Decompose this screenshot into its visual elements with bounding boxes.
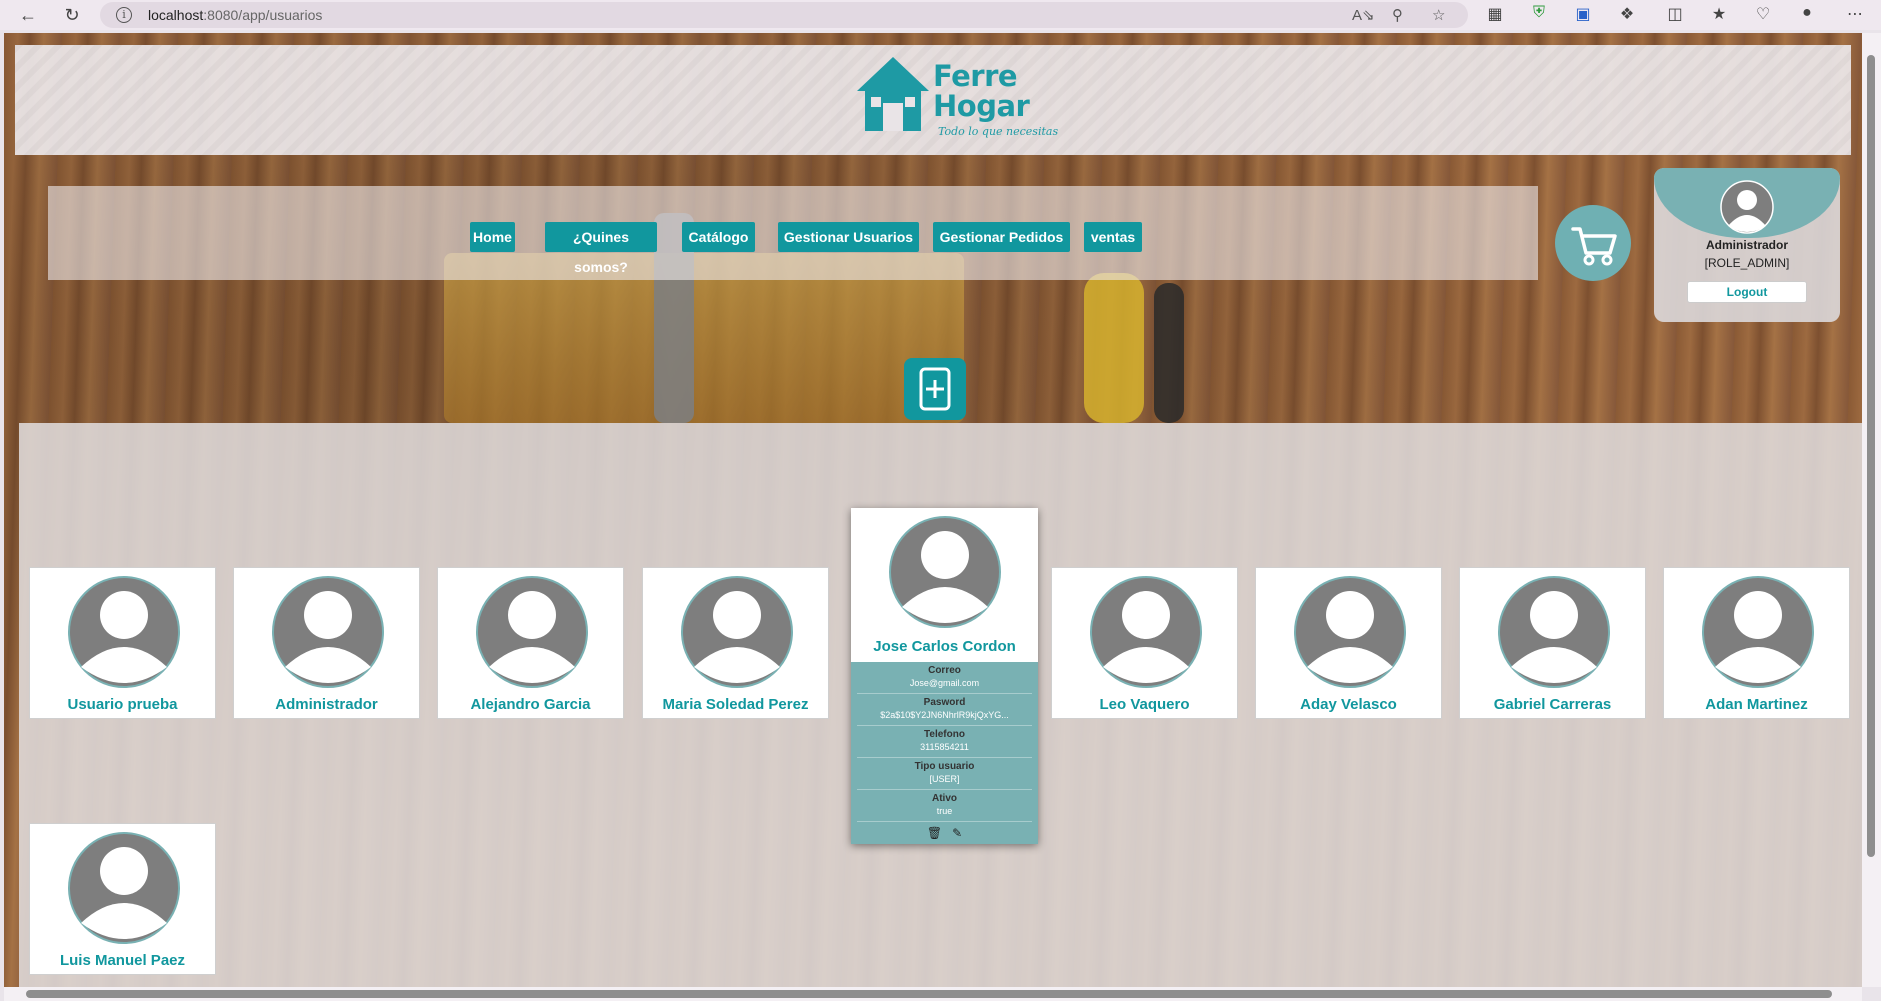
avatar (681, 576, 793, 688)
user-card-name: Maria Soledad Perez (662, 696, 809, 713)
user-card[interactable]: Adan Martinez (1663, 567, 1850, 719)
user-card-name: Administrador (275, 696, 378, 713)
zoom-icon[interactable]: ⚲ (1392, 6, 1403, 24)
screwdriver-decoration (1154, 283, 1184, 423)
back-arrow-icon[interactable]: ← (16, 3, 40, 27)
avatar (889, 516, 1001, 628)
user-card[interactable]: Usuario prueba (29, 567, 216, 719)
split-screen-icon[interactable]: ◫ (1664, 4, 1686, 24)
avatar (1702, 576, 1814, 688)
nav-about[interactable]: ¿Quines somos? (545, 222, 657, 275)
trash-icon[interactable]: 🗑 (927, 826, 942, 840)
nav-catalog[interactable]: Catálogo (682, 222, 755, 252)
user-card-name: Adan Martinez (1705, 696, 1808, 713)
avatar (1294, 576, 1406, 688)
avatar (1090, 576, 1202, 688)
avatar (272, 576, 384, 688)
detail-password: Pasword $2a$10$Y2JN6NhrlR9kjQxYG... (857, 694, 1032, 726)
avatar (476, 576, 588, 688)
logout-button[interactable]: Logout (1687, 281, 1807, 303)
brand-name-line2: Hogar (933, 89, 1030, 123)
more-menu-icon[interactable]: ⋯ (1844, 4, 1866, 24)
user-card[interactable]: Aday Velasco (1255, 567, 1442, 719)
user-card-name: Gabriel Carreras (1493, 696, 1612, 713)
user-card-name: Alejandro Garcia (470, 696, 591, 713)
user-profile-panel: Administrador [ROLE_ADMIN] Logout (1654, 168, 1840, 322)
user-card[interactable]: Alejandro Garcia (437, 567, 624, 719)
main-nav: Home ¿Quines somos? Catálogo Gestionar U… (48, 186, 1538, 280)
page-viewport: Ferre Hogar Todo lo que necesitas Home ¿… (4, 33, 1862, 987)
detail-phone: Telefono 3115854211 (857, 726, 1032, 758)
user-card-expanded[interactable]: Jose Carlos Cordon Correo Jose@gmail.com… (851, 508, 1038, 844)
user-card[interactable]: Maria Soledad Perez (642, 567, 829, 719)
detail-user-type: Tipo usuario [USER] (857, 758, 1032, 790)
user-card[interactable]: Administrador (233, 567, 420, 719)
vertical-scrollbar[interactable] (1862, 33, 1881, 987)
extensions-puzzle-icon[interactable]: ❖ (1616, 4, 1638, 24)
user-card-name: Luis Manuel Paez (59, 952, 186, 969)
url-text[interactable]: localhost:8080/app/usuarios (148, 7, 322, 23)
tape-measure-decoration (1084, 273, 1144, 423)
shopping-cart-icon (1571, 227, 1617, 266)
nav-sales[interactable]: ventas (1084, 222, 1142, 252)
cart-button[interactable] (1555, 205, 1631, 281)
user-details-panel: Correo Jose@gmail.com Pasword $2a$10$Y2J… (851, 662, 1038, 844)
horizontal-scrollbar[interactable] (4, 987, 1862, 1001)
house-icon (857, 57, 929, 131)
user-card-name: Jose Carlos Cordon (873, 638, 1016, 655)
read-aloud-icon[interactable]: A⇘ (1352, 6, 1375, 24)
heart-icon[interactable]: ♡ (1752, 4, 1774, 24)
detail-email: Correo Jose@gmail.com (857, 662, 1032, 694)
add-document-icon (919, 367, 951, 411)
pencil-icon[interactable]: ✎ (952, 826, 962, 840)
favorite-star-icon[interactable]: ☆ (1432, 6, 1445, 24)
user-card-name: Usuario prueba (67, 696, 178, 713)
nav-manage-orders[interactable]: Gestionar Pedidos (933, 222, 1070, 252)
brand-logo[interactable]: Ferre Hogar Todo lo que necesitas (853, 53, 1058, 139)
current-user-name: Administrador (1705, 238, 1788, 252)
card-actions: 🗑 ✎ (851, 826, 1038, 840)
scrollbar-thumb[interactable] (26, 990, 1832, 998)
reload-icon[interactable]: ↻ (60, 3, 84, 27)
current-user-role: [ROLE_ADMIN] (1704, 256, 1790, 270)
screen-capture-icon[interactable]: ▣ (1572, 4, 1594, 24)
scrollbar-thumb[interactable] (1867, 55, 1875, 857)
avatar (1720, 180, 1774, 234)
add-user-button[interactable] (904, 358, 966, 420)
browser-toolbar: ← ↻ i localhost:8080/app/usuarios A⇘ ⚲ ☆… (0, 0, 1881, 30)
user-card[interactable]: Gabriel Carreras (1459, 567, 1646, 719)
brand-tagline: Todo lo que necesitas (938, 125, 1059, 138)
nav-home[interactable]: Home (470, 222, 515, 252)
shield-icon[interactable]: ⛨ (1528, 4, 1550, 22)
header-banner: Ferre Hogar Todo lo que necesitas (15, 45, 1851, 155)
profile-avatar-icon[interactable]: ● (1796, 4, 1818, 22)
favorites-icon[interactable]: ★ (1708, 4, 1730, 24)
nav-manage-users[interactable]: Gestionar Usuarios (778, 222, 919, 252)
site-info-icon[interactable]: i (116, 7, 132, 23)
user-card-name: Leo Vaquero (1099, 696, 1190, 713)
brand-name-line1: Ferre (933, 59, 1018, 93)
user-card[interactable]: Leo Vaquero (1051, 567, 1238, 719)
user-card[interactable]: Luis Manuel Paez (29, 823, 216, 975)
user-card-name: Aday Velasco (1300, 696, 1397, 713)
extension-icon[interactable]: ▦ (1484, 4, 1506, 24)
address-bar[interactable]: i localhost:8080/app/usuarios A⇘ ⚲ ☆ (100, 2, 1468, 28)
avatar (1498, 576, 1610, 688)
detail-active: Ativo true (857, 790, 1032, 822)
avatar (68, 832, 180, 944)
avatar (68, 576, 180, 688)
